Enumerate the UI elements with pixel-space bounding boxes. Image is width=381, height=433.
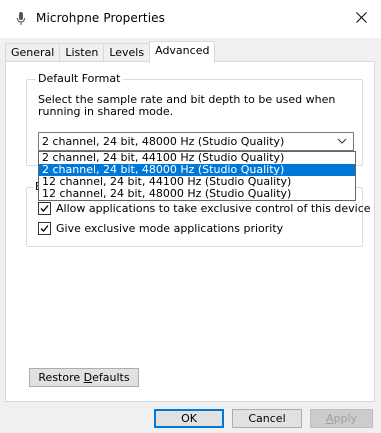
tab-levels[interactable]: Levels xyxy=(103,43,151,62)
default-format-legend: Default Format xyxy=(35,72,124,85)
default-format-description: Select the sample rate and bit depth to … xyxy=(38,93,336,118)
restore-defaults-button[interactable]: Restore Defaults xyxy=(29,368,139,387)
allow-exclusive-row[interactable]: Allow applications to take exclusive con… xyxy=(38,202,371,215)
restore-defaults-accelerator: D xyxy=(83,371,93,384)
tab-strip: General Listen Levels Advanced xyxy=(5,41,216,63)
tab-general[interactable]: General xyxy=(5,43,61,62)
restore-defaults-label: Restore xyxy=(38,371,84,384)
give-priority-label: Give exclusive mode applications priorit… xyxy=(56,222,284,235)
dropdown-option[interactable]: 12 channel, 24 bit, 48000 Hz (Studio Qua… xyxy=(39,188,355,200)
apply-button[interactable]: Apply xyxy=(310,409,373,428)
cancel-button[interactable]: Cancel xyxy=(232,409,302,428)
allow-exclusive-label: Allow applications to take exclusive con… xyxy=(56,202,371,215)
title-bar: Microhpne Properties xyxy=(0,0,381,38)
window-title: Microhpne Properties xyxy=(36,11,165,25)
sample-rate-selected-value: 2 channel, 24 bit, 48000 Hz (Studio Qual… xyxy=(42,135,285,148)
ok-button[interactable]: OK xyxy=(154,409,224,428)
give-priority-row[interactable]: Give exclusive mode applications priorit… xyxy=(38,222,283,235)
microphone-icon xyxy=(16,12,26,26)
tab-advanced[interactable]: Advanced xyxy=(149,41,216,63)
chevron-down-icon xyxy=(337,136,347,149)
tab-listen[interactable]: Listen xyxy=(59,43,105,62)
close-button[interactable] xyxy=(341,0,381,38)
apply-label: pply xyxy=(333,412,358,425)
give-priority-checkbox[interactable] xyxy=(38,222,51,235)
restore-defaults-label-end: efaults xyxy=(92,371,130,384)
sample-rate-select[interactable]: 2 channel, 24 bit, 48000 Hz (Studio Qual… xyxy=(38,132,354,151)
apply-accelerator: A xyxy=(325,412,334,425)
sample-rate-dropdown-list: 2 channel, 24 bit, 44100 Hz (Studio Qual… xyxy=(38,151,356,201)
allow-exclusive-checkbox[interactable] xyxy=(38,202,51,215)
close-icon xyxy=(355,12,367,26)
